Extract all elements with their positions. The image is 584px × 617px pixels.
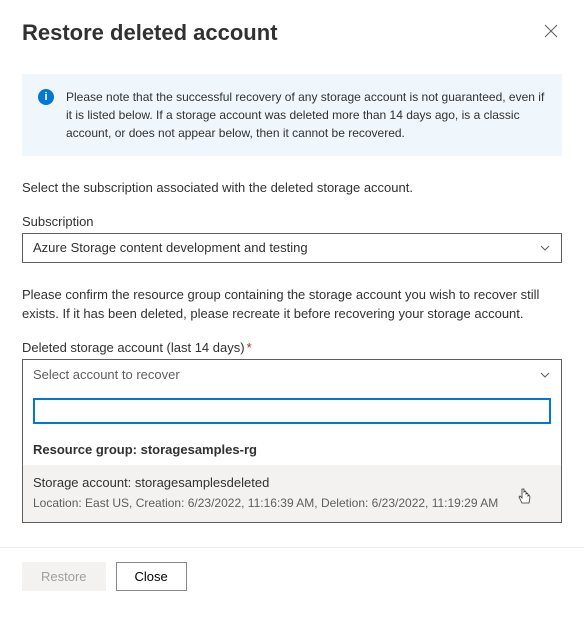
restore-panel: Restore deleted account i Please note th… xyxy=(0,0,584,617)
deleted-account-placeholder[interactable]: Select account to recover xyxy=(23,360,561,390)
chevron-down-icon xyxy=(539,242,551,254)
required-indicator: * xyxy=(247,340,252,355)
panel-footer: Restore Close xyxy=(0,547,584,605)
subscription-label: Subscription xyxy=(22,214,562,229)
deleted-account-dropdown-group: Select account to recover Resource group… xyxy=(22,359,562,523)
info-banner: i Please note that the successful recove… xyxy=(22,74,562,156)
storage-account-meta: Location: East US, Creation: 6/23/2022, … xyxy=(33,496,551,510)
subscription-intro: Select the subscription associated with … xyxy=(22,178,562,198)
subscription-dropdown[interactable]: Azure Storage content development and te… xyxy=(22,233,562,263)
chevron-down-icon xyxy=(539,369,551,381)
dropdown-search-input[interactable] xyxy=(33,398,551,424)
resource-group-intro: Please confirm the resource group contai… xyxy=(22,285,562,324)
deleted-account-label: Deleted storage account (last 14 days)* xyxy=(22,340,562,355)
info-icon: i xyxy=(38,89,54,105)
panel-title: Restore deleted account xyxy=(22,20,278,46)
storage-account-option[interactable]: Storage account: storagesamplesdeleted L… xyxy=(23,465,561,522)
close-icon[interactable] xyxy=(540,20,562,46)
panel-header: Restore deleted account xyxy=(22,20,562,46)
restore-button[interactable]: Restore xyxy=(22,562,106,591)
dropdown-search-wrap xyxy=(23,390,561,432)
deleted-account-dropdown[interactable]: Select account to recover Resource group… xyxy=(22,359,562,523)
subscription-value: Azure Storage content development and te… xyxy=(33,240,308,255)
resource-group-heading: Resource group: storagesamples-rg xyxy=(23,432,561,465)
close-button[interactable]: Close xyxy=(116,562,187,591)
storage-account-name: Storage account: storagesamplesdeleted xyxy=(33,475,551,490)
info-text: Please note that the successful recovery… xyxy=(66,88,546,142)
cursor-pointer-icon xyxy=(517,487,533,512)
